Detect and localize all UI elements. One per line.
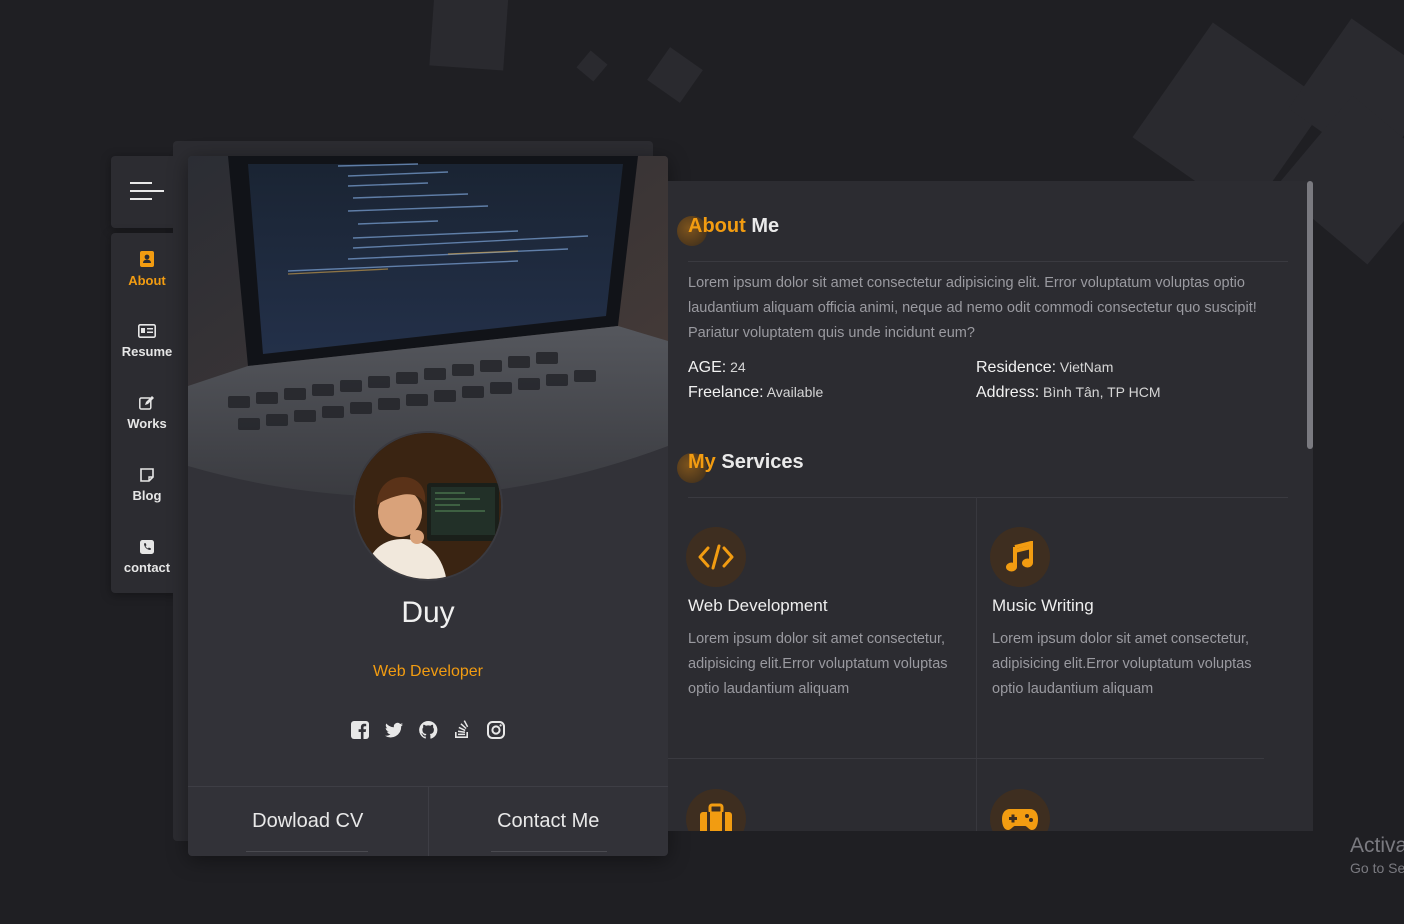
music-icon [990,527,1050,587]
background-shape [429,0,509,71]
profile-card: Duy Web Developer Dowload CV Contact Me [188,156,668,856]
avatar [353,431,503,581]
download-cv-button[interactable]: Dowload CV [188,787,428,856]
service-text: Lorem ipsum dolor sit amet consectetur, … [688,631,948,697]
age-info: AGE: 24 [688,359,746,376]
services-section-title: My Services [688,451,804,473]
background-shape [647,47,703,103]
code-icon [686,527,746,587]
sidebar-item-label: About [128,272,166,288]
sidebar-item-label: contact [123,559,171,575]
card-actions: Dowload CV Contact Me [188,786,668,856]
contact-book-icon [140,250,154,267]
divider [688,261,1288,262]
facebook-icon[interactable] [350,720,370,740]
note-icon [140,467,154,482]
residence-info: Residence: VietNam [976,359,1114,376]
edit-icon [139,395,154,410]
hamburger-icon [130,182,152,184]
address-info: Address: Bình Tân, TP HCM [976,384,1161,401]
profile-role: Web Developer [373,663,483,680]
id-card-icon [138,323,156,338]
about-text: Lorem ipsum dolor sit amet consectetur a… [688,275,1257,341]
stackoverflow-icon[interactable] [452,720,472,740]
windows-activation-watermark: Activa Go to Se [1350,834,1404,876]
sidebar-item-label: Blog [132,487,162,503]
content-panel[interactable]: About Me Lorem ipsum dolor sit amet cons… [668,181,1313,831]
contact-me-button[interactable]: Contact Me [427,787,669,856]
gamepad-icon [990,789,1050,831]
github-icon[interactable] [418,720,438,740]
twitter-icon[interactable] [384,720,404,740]
phone-icon [140,539,154,554]
service-title: Web Development [688,596,828,615]
service-title: Music Writing [992,596,1094,615]
divider [688,497,1288,498]
instagram-icon[interactable] [486,720,506,740]
profile-name: Duy [401,596,455,629]
social-links [188,720,668,740]
divider [976,497,977,831]
scrollbar[interactable] [1307,181,1313,449]
about-section-title: About Me [688,215,780,237]
sidebar-item-label: Works [127,415,167,431]
divider [668,758,1264,759]
freelance-info: Freelance: Available [688,384,824,401]
service-text: Lorem ipsum dolor sit amet consectetur, … [992,631,1252,697]
background-shape [576,50,608,82]
sidebar-item-label: Resume [121,343,173,359]
briefcase-icon [686,789,746,831]
